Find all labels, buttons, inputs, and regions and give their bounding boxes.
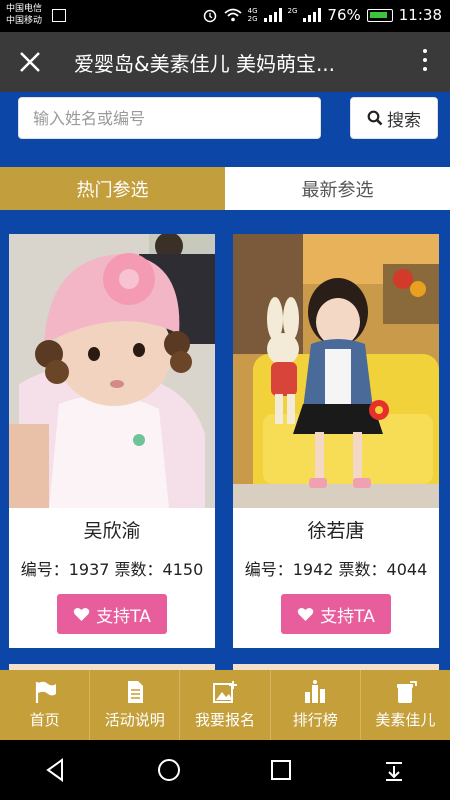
signal-icon-2 [303, 8, 322, 22]
alarm-icon [203, 9, 216, 23]
tab-bar: 热门参选 最新参选 [0, 167, 450, 210]
vote-button-label: 支持TA [320, 606, 375, 627]
notification-pull-icon[interactable] [381, 757, 407, 783]
nav-home[interactable]: 首页 [0, 670, 91, 740]
more-vertical-icon [423, 49, 427, 53]
image-notification-icon [52, 9, 66, 22]
contestant-stats: 编号：1942 票数：4044 [244, 560, 428, 579]
back-icon[interactable] [43, 757, 69, 783]
ranking-icon [305, 680, 326, 703]
contestant-photo[interactable] [9, 234, 215, 508]
nav-signup[interactable]: 我要报名 [180, 670, 271, 740]
image-add-icon [213, 681, 237, 703]
contestant-name: 吴欣渝 [83, 520, 141, 542]
search-input[interactable] [18, 97, 321, 139]
search-button[interactable]: 搜索 [350, 97, 438, 139]
carrier-info: 中国电信 中国移动 [6, 3, 42, 27]
contestant-card[interactable]: 吴欣渝 编号：1937 票数：4150 支持TA [9, 234, 215, 648]
carrier-1: 中国电信 [6, 4, 43, 14]
nav-about[interactable]: 活动说明 [90, 670, 181, 740]
contestant-photo[interactable] [233, 234, 439, 508]
heart-icon [73, 607, 90, 621]
search-icon [367, 110, 383, 126]
contestant-card[interactable]: 徐若唐 编号：1942 票数：4044 支持TA [233, 234, 439, 648]
wifi-icon [224, 8, 242, 22]
nav-about-label: 活动说明 [104, 711, 165, 729]
document-icon [127, 681, 143, 703]
tab-hot[interactable]: 热门参选 [0, 167, 225, 210]
battery-percent: 76% [327, 6, 361, 24]
search-button-label: 搜索 [387, 110, 421, 131]
battery-icon [366, 8, 393, 22]
home-icon[interactable] [156, 757, 182, 783]
status-bar: 中国电信 中国移动 4G 2G 2G 76% 11:38 [0, 0, 450, 32]
title-bar: 爱婴岛&美素佳儿 美妈萌宝... [0, 32, 450, 92]
contestant-stats: 编号：1937 票数：4150 [20, 560, 204, 579]
contestant-name: 徐若唐 [307, 520, 365, 542]
nav-home-label: 首页 [29, 711, 60, 729]
more-button[interactable] [420, 49, 430, 77]
page-title: 爱婴岛&美素佳儿 美妈萌宝... [74, 52, 336, 76]
status-right: 4G 2G 2G 76% 11:38 [202, 6, 442, 24]
vote-button[interactable]: 支持TA [281, 594, 391, 634]
network-type-2: 2G [287, 7, 298, 15]
network-type-1: 4G 2G [247, 7, 258, 23]
signal-icon-1 [263, 8, 282, 22]
vote-button-label: 支持TA [96, 606, 151, 627]
nav-ranking-label: 排行榜 [292, 711, 338, 729]
nav-signup-label: 我要报名 [195, 711, 256, 729]
bottom-nav: 首页 活动说明 我要报名 排行榜 美素佳儿 [0, 670, 450, 740]
nav-ranking[interactable]: 排行榜 [271, 670, 361, 740]
nav-brand-label: 美素佳儿 [375, 711, 436, 729]
milk-can-icon [397, 681, 418, 703]
vote-button[interactable]: 支持TA [57, 594, 167, 634]
close-icon [20, 52, 40, 72]
heart-icon [297, 607, 314, 621]
flag-icon [35, 681, 56, 703]
tab-latest[interactable]: 最新参选 [225, 167, 450, 210]
recent-apps-icon[interactable] [268, 757, 294, 783]
carrier-2: 中国移动 [6, 16, 43, 26]
system-nav-bar [0, 740, 450, 800]
nav-brand[interactable]: 美素佳儿 [361, 670, 450, 740]
close-button[interactable] [14, 46, 46, 78]
clock: 11:38 [398, 6, 442, 24]
